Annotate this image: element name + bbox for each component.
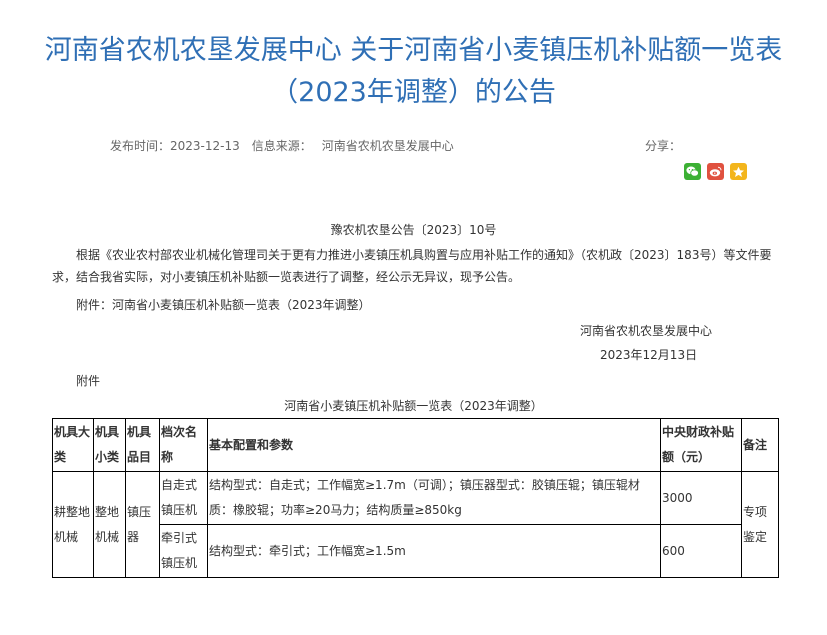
tier-cell: 牵引式镇压机: [159, 524, 208, 578]
publish-label: 发布时间：: [110, 139, 171, 153]
item-cell: 镇压器: [125, 471, 160, 578]
publish-date: 2023-12-13: [170, 139, 240, 153]
category-cell: 耕整地机械: [52, 471, 94, 578]
tier-cell: 自走式镇压机: [159, 471, 208, 525]
header-cell: 机具品目: [125, 418, 160, 472]
config-cell: 结构型式：自走式；工作幅宽≥1.7m（可调）；镇压器型式：胶镇压辊；镇压辊材质：…: [207, 471, 661, 525]
attachment-label: 附件: [76, 374, 101, 388]
wechat-icon[interactable]: [684, 163, 701, 180]
article-title-line-1: 河南省农机农垦发展中心 关于河南省小麦镇压机补贴额一览表: [44, 35, 783, 66]
header-cell: 机具小类: [93, 418, 126, 472]
subsidy-cell: 3000: [660, 471, 742, 525]
table-row: 牵引式镇压机 结构型式：牵引式；工作幅宽≥1.5m 600: [53, 524, 779, 578]
share-label: 分享：: [645, 139, 682, 153]
signature-date: 2023年12月13日: [600, 348, 698, 362]
subcategory-cell: 整地机械: [93, 471, 126, 578]
share-icons: [684, 163, 747, 180]
document-number: 豫农机农垦公告〔2023〕10号: [330, 223, 497, 237]
subsidy-table: 机具大类 机具小类 机具品目 档次名称 基本配置和参数 中央财政补贴额（元） 备…: [52, 418, 779, 578]
table-row: 耕整地机械 整地机械 镇压器 自走式镇压机 结构型式：自走式；工作幅宽≥1.7m…: [52, 471, 779, 578]
article-title: 河南省农机农垦发展中心 关于河南省小麦镇压机补贴额一览表 （2023年调整）的公…: [0, 30, 827, 114]
signature-organization: 河南省农机农垦发展中心: [580, 324, 713, 338]
header-cell: 基本配置和参数: [207, 418, 661, 472]
remark-cell: 专项鉴定: [741, 471, 779, 578]
article-title-line-2: （2023年调整）的公告: [271, 77, 556, 108]
header-cell: 备注: [741, 418, 779, 472]
source-label: 信息来源：: [251, 139, 312, 153]
source-name: 河南省农机农垦发展中心: [321, 139, 454, 153]
header-cell: 机具大类: [52, 418, 94, 472]
table-header-row: 机具大类 机具小类 机具品目 档次名称 基本配置和参数 中央财政补贴额（元） 备…: [52, 418, 779, 472]
qzone-icon[interactable]: [730, 163, 747, 180]
header-cell: 档次名称: [159, 418, 208, 472]
article-meta: 发布时间：2023-12-13 信息来源： 河南省农机农垦发展中心: [110, 137, 454, 154]
subsidy-cell: 600: [660, 524, 742, 578]
header-cell: 中央财政补贴额（元）: [660, 418, 742, 472]
body-paragraph-1: 根据《农业农村部农业机械化管理司关于更有力推进小麦镇压机具购置与应用补贴工作的通…: [52, 248, 772, 284]
config-cell: 结构型式：牵引式；工作幅宽≥1.5m: [207, 524, 661, 578]
attachment-reference: 附件：河南省小麦镇压机补贴额一览表（2023年调整）: [76, 298, 371, 312]
table-title: 河南省小麦镇压机补贴额一览表（2023年调整）: [284, 399, 543, 413]
weibo-icon[interactable]: [707, 163, 724, 180]
